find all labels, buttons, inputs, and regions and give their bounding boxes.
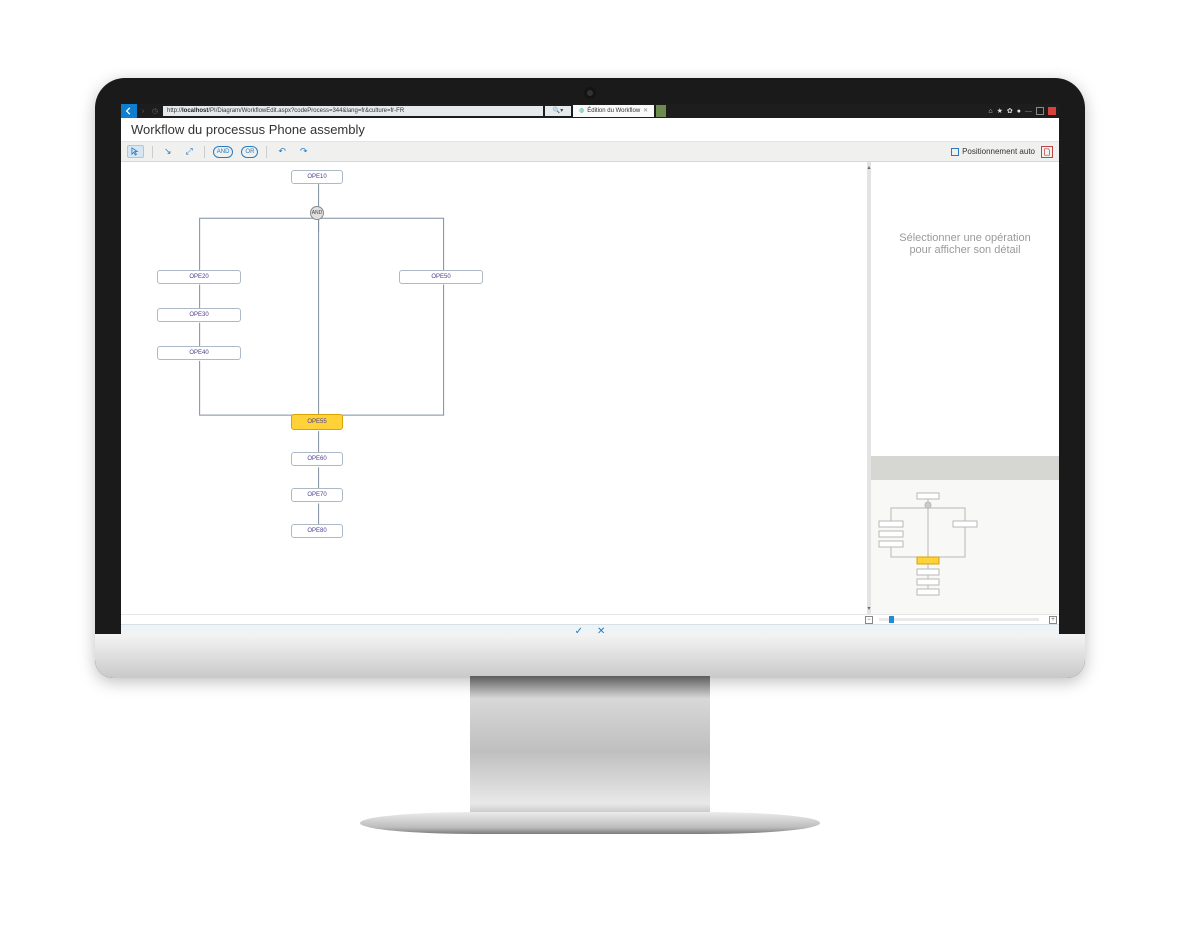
browser-toolbar: › ◷ http://localhost/PI/Diagram/Workflow…	[121, 104, 1059, 118]
window-close-button[interactable]	[1048, 107, 1056, 115]
node-ope30[interactable]: OPE30	[157, 308, 241, 322]
node-ope70[interactable]: OPE70	[291, 488, 343, 502]
and-gate[interactable]: AND	[310, 206, 324, 220]
screen: › ◷ http://localhost/PI/Diagram/Workflow…	[121, 104, 1059, 638]
connectors	[121, 162, 867, 614]
zoom-out-button[interactable]: −	[865, 616, 873, 624]
fullscreen-tool[interactable]: ⤢	[183, 145, 196, 158]
side-panel: Sélectionner une opération pour afficher…	[871, 162, 1059, 614]
monitor-chin	[95, 634, 1085, 678]
minimap[interactable]	[871, 468, 1059, 614]
minimize-button[interactable]: —	[1025, 108, 1032, 115]
node-ope80[interactable]: OPE80	[291, 524, 343, 538]
forward-button[interactable]: ›	[137, 108, 149, 115]
node-ope40[interactable]: OPE40	[157, 346, 241, 360]
back-button[interactable]	[121, 104, 137, 118]
notifications-icon[interactable]: ●	[1017, 108, 1021, 115]
address-bar[interactable]: http://localhost/PI/Diagram/WorkflowEdit…	[163, 106, 543, 116]
node-ope55-selected[interactable]: OPE55	[291, 414, 343, 430]
zoom-bar: − +	[121, 614, 1059, 624]
settings-icon[interactable]: ✿	[1007, 107, 1013, 115]
webcam-dot	[587, 90, 593, 96]
auto-layout-checkbox[interactable]: Positionnement auto	[951, 147, 1035, 156]
tab-title: Édition du Workflow	[587, 105, 640, 117]
monitor-foot	[360, 812, 820, 834]
node-ope10[interactable]: OPE10	[291, 170, 343, 184]
url-host: localhost	[182, 108, 208, 114]
page-title: Workflow du processus Phone assembly	[121, 118, 1059, 142]
zoom-thumb[interactable]	[889, 616, 894, 623]
auto-layout-label: Positionnement auto	[962, 147, 1035, 156]
separator	[152, 146, 153, 158]
maximize-button[interactable]	[1036, 107, 1044, 115]
new-tab-button[interactable]	[656, 105, 666, 117]
arrow-in-tool[interactable]: ↘	[161, 145, 175, 158]
zoom-in-button[interactable]: +	[1049, 616, 1057, 624]
redo-button[interactable]: ↷	[297, 145, 311, 158]
go-button[interactable]: 🔍▾	[545, 106, 571, 116]
placeholder-line2: pour afficher son détail	[899, 244, 1030, 256]
node-ope20[interactable]: OPE20	[157, 270, 241, 284]
separator	[266, 146, 267, 158]
cursor-tool[interactable]	[127, 145, 144, 158]
export-pdf-button[interactable]	[1041, 146, 1053, 158]
monitor-stand	[470, 676, 710, 826]
tab-favicon: ◍	[579, 105, 584, 117]
operation-detail-placeholder: Sélectionner une opération pour afficher…	[871, 162, 1059, 468]
page-icon: ◷	[149, 107, 161, 115]
home-icon[interactable]: ⌂	[988, 108, 992, 115]
workflow-toolbar: ↘ ⤢ AND OR ↶ ↷ Positionnement auto	[121, 142, 1059, 162]
placeholder-line1: Sélectionner une opération	[899, 232, 1030, 244]
checkbox-icon	[951, 148, 959, 156]
separator	[204, 146, 205, 158]
or-gate-tool[interactable]: OR	[241, 146, 258, 158]
minimap-svg	[871, 480, 1059, 614]
url-path: /PI/Diagram/WorkflowEdit.aspx?codeProces…	[208, 108, 404, 114]
node-ope60[interactable]: OPE60	[291, 452, 343, 466]
favorites-icon[interactable]: ★	[997, 107, 1003, 115]
undo-button[interactable]: ↶	[275, 145, 289, 158]
main-area: OPE10 AND OPE20 OPE30 OPE40 OPE50 OPE55 …	[121, 162, 1059, 614]
monitor-frame: › ◷ http://localhost/PI/Diagram/Workflow…	[95, 78, 1085, 678]
browser-tab[interactable]: ◍ Édition du Workflow ✕	[573, 105, 654, 117]
tab-close-button[interactable]: ✕	[643, 105, 648, 117]
window-controls: ⌂ ★ ✿ ● —	[988, 107, 1059, 115]
zoom-slider[interactable]	[879, 618, 1039, 621]
node-ope50[interactable]: OPE50	[399, 270, 483, 284]
and-gate-tool[interactable]: AND	[213, 146, 234, 158]
diagram-canvas[interactable]: OPE10 AND OPE20 OPE30 OPE40 OPE50 OPE55 …	[121, 162, 867, 614]
